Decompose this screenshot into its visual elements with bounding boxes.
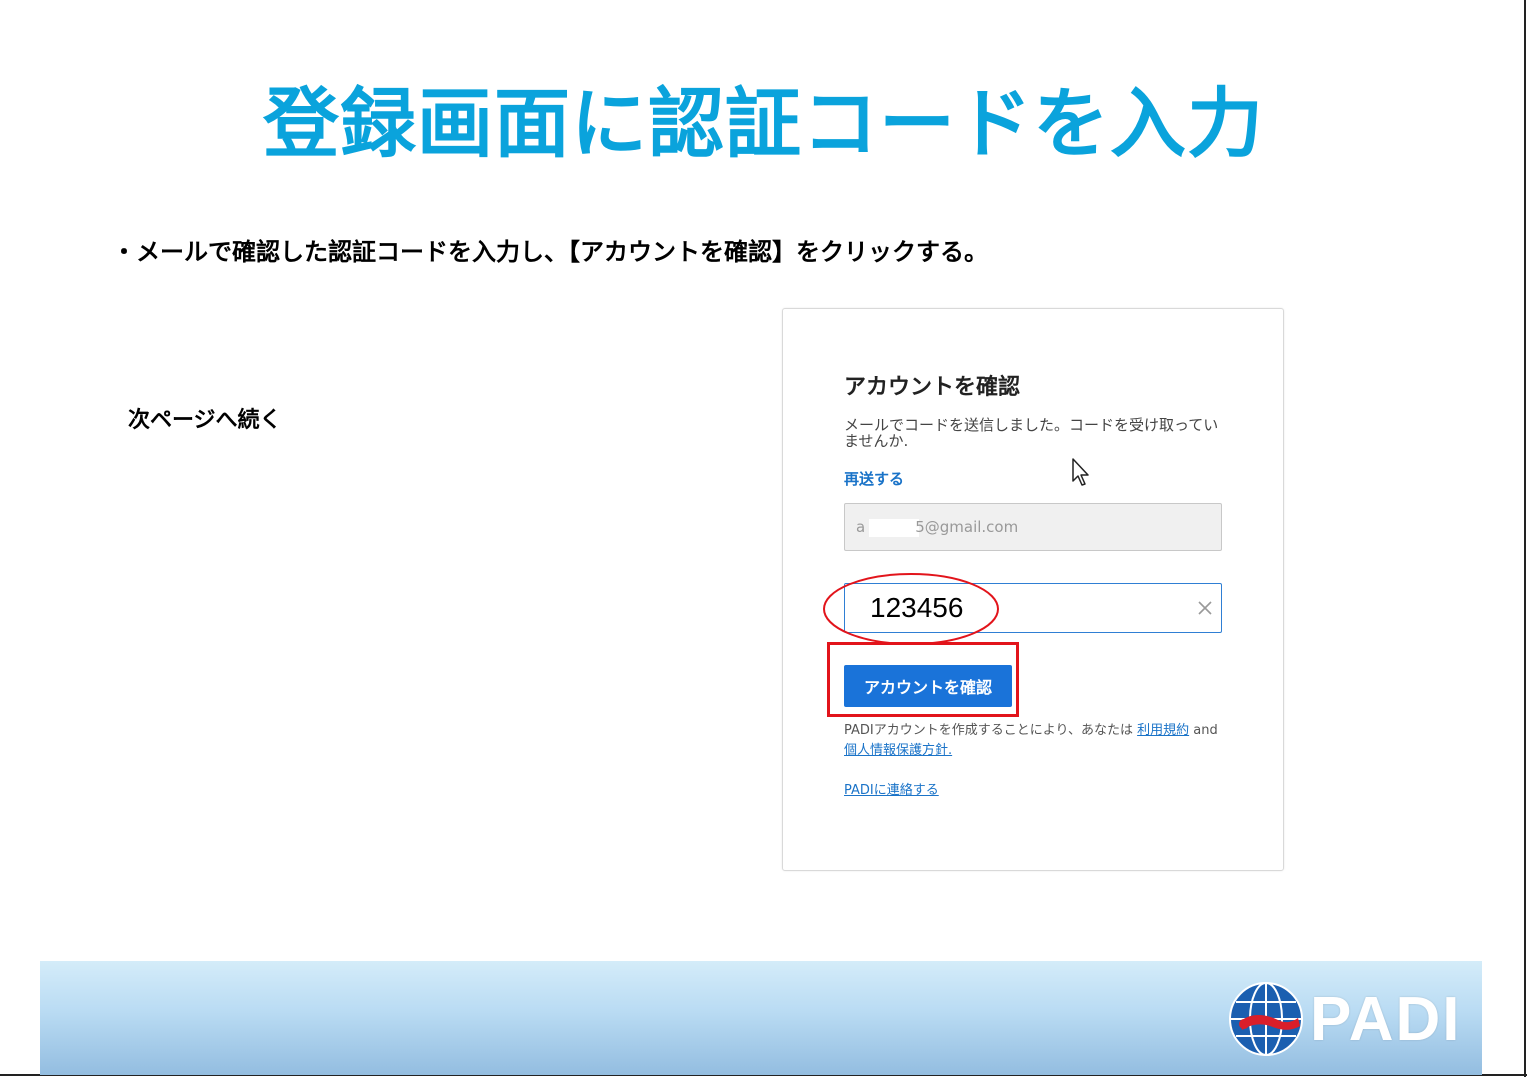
terms-prefix: PADIアカウントを作成することにより、あなたは [844,723,1138,738]
code-value: 123456 [870,592,964,623]
email-suffix: 5@gmail.com [915,518,1019,536]
verification-card: アカウントを確認 メールでコードを送信しました。コードを受け取っていませんか. … [782,308,1284,871]
instruction-text: ・メールで確認した認証コードを入力し、【アカウントを確認】をクリックする。 [112,238,988,266]
padi-logo-text: PADI [1310,985,1462,1054]
resend-link[interactable]: 再送する [844,468,904,489]
terms-and: and [1189,723,1218,738]
continue-note: 次ページへ続く [128,408,282,433]
privacy-link[interactable]: 個人情報保護方針. [844,743,952,758]
terms-text: PADIアカウントを作成することにより、あなたは 利用規約 and 個人情報保護… [844,721,1229,761]
card-description: メールでコードを送信しました。コードを受け取っていませんか. [844,416,1219,450]
cursor-arrow-icon [1072,458,1089,486]
terms-link[interactable]: 利用規約 [1137,723,1189,738]
clear-icon[interactable] [1195,598,1215,618]
card-title: アカウントを確認 [844,375,1021,400]
email-prefix: a [856,518,866,536]
email-redaction [869,518,920,537]
page-title: 登録画面に認証コードを入力 [263,79,1264,168]
verification-code-input[interactable]: 123456 [844,583,1222,633]
email-field[interactable]: a 5@gmail.com [844,503,1222,551]
confirm-account-button[interactable]: アカウントを確認 [844,665,1012,707]
contact-padi-link[interactable]: PADIに連絡する [844,779,939,798]
slide: 登録画面に認証コードを入力 ・メールで確認した認証コードを入力し、【アカウントを… [0,0,1527,1077]
